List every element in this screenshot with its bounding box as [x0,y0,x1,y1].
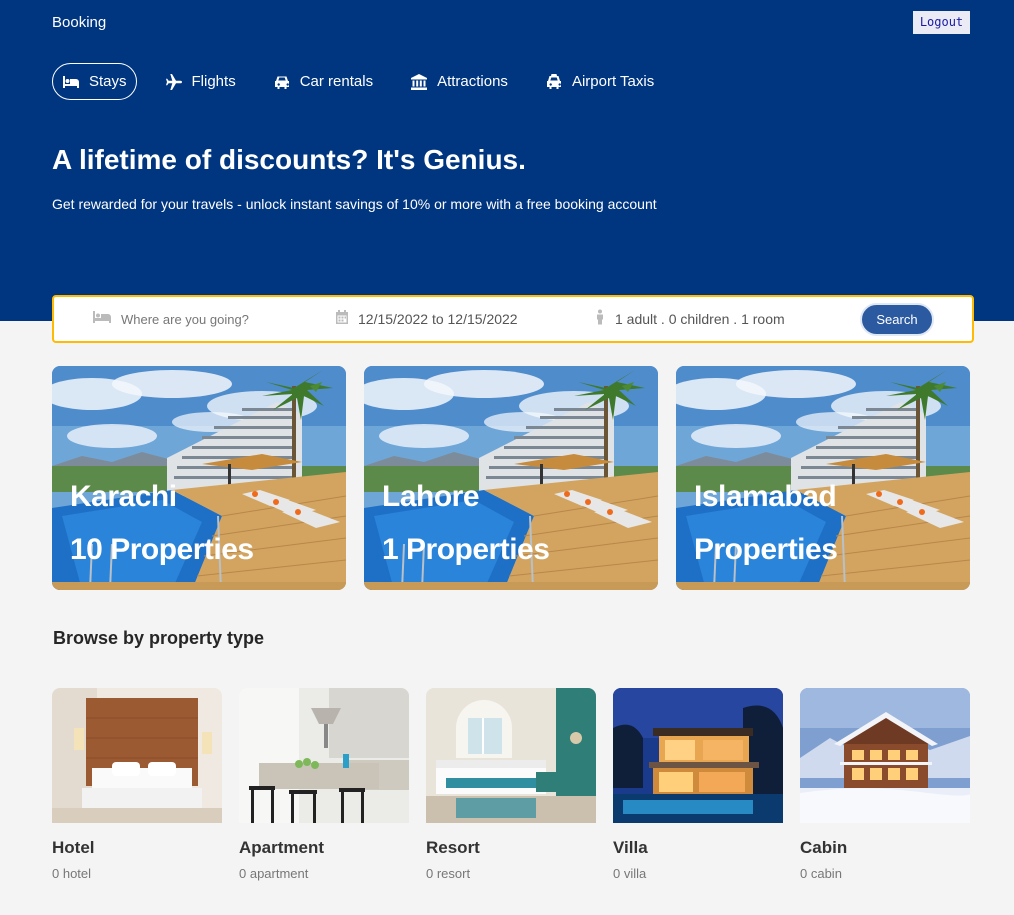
city-properties-count: 10 Properties [70,533,254,566]
nav-label: Car rentals [299,73,374,90]
city-properties-count: Properties [694,533,838,566]
header: Booking Logout Stays Flights Car rentals… [0,0,1014,321]
apartment-image [239,688,409,823]
car-icon [273,73,291,91]
property-type-name: Apartment [239,838,325,857]
property-type-cabin[interactable]: Cabin 0 cabin [800,688,970,881]
nav-label: Stays [89,73,127,90]
property-type-name: Cabin [800,838,848,857]
guests-field[interactable]: 1 adult . 0 children . 1 room [594,297,785,341]
property-type-section-title: Browse by property type [53,628,265,648]
nav-label: Flights [191,73,236,90]
property-type-apartment[interactable]: Apartment 0 apartment [239,688,409,881]
hero-title: A lifetime of discounts? It's Genius. [52,144,526,175]
property-type-villa[interactable]: Villa 0 villa [613,688,783,881]
bed-icon [62,73,80,91]
city-name: Islamabad [694,480,837,513]
taxi-icon [545,73,563,91]
nav-item-car-rentals[interactable]: Car rentals [263,63,383,100]
hero-subtitle: Get rewarded for your travels - unlock i… [52,196,657,212]
property-type-count: 0 cabin [800,866,842,881]
nav-label: Attractions [437,73,508,90]
landmark-icon [410,73,428,91]
property-type-count: 0 resort [426,866,471,881]
property-type-list: Hotel 0 hotel Apartment 0 apartment Reso… [52,688,970,888]
property-type-name: Villa [613,838,648,857]
date-range-text: 12/15/2022 to 12/15/2022 [358,311,518,327]
hotel-image [52,688,222,823]
bed-icon [92,309,112,330]
property-type-count: 0 hotel [52,866,92,881]
property-type-hotel[interactable]: Hotel 0 hotel [52,688,222,881]
featured-cities: Karachi 10 Properties Lahore 1 Propertie… [52,366,970,590]
property-type-name: Resort [426,838,480,857]
nav-bar: Stays Flights Car rentals Attractions Ai… [52,63,681,100]
villa-image [613,688,783,823]
nav-label: Airport Taxis [571,73,655,90]
city-properties-count: 1 Properties [382,533,550,566]
city-name: Lahore [382,480,480,513]
search-button[interactable]: Search [860,303,934,336]
city-card-lahore[interactable]: Lahore 1 Properties [364,366,658,590]
nav-item-flights[interactable]: Flights [155,63,246,100]
property-type-resort[interactable]: Resort 0 resort [426,688,596,881]
nav-item-attractions[interactable]: Attractions [400,63,518,100]
city-card-karachi[interactable]: Karachi 10 Properties [52,366,346,590]
city-card-islamabad[interactable]: Islamabad Properties [676,366,970,590]
date-field[interactable]: 12/15/2022 to 12/15/2022 [335,297,518,341]
guests-text: 1 adult . 0 children . 1 room [615,311,785,327]
plane-icon [165,73,183,91]
property-type-count: 0 apartment [239,866,309,881]
city-name: Karachi [70,480,177,513]
resort-image [426,688,596,823]
search-bar: 12/15/2022 to 12/15/2022 1 adult . 0 chi… [52,295,974,343]
destination-field[interactable] [92,297,301,341]
property-type-count: 0 villa [613,866,647,881]
nav-item-airport-taxis[interactable]: Airport Taxis [535,63,664,100]
nav-item-stays[interactable]: Stays [52,63,137,100]
logout-button[interactable]: Logout [913,11,970,34]
person-icon [594,309,606,330]
property-type-name: Hotel [52,838,95,857]
brand-logo[interactable]: Booking [52,14,106,31]
cabin-image [800,688,970,823]
destination-input[interactable] [121,311,301,327]
calendar-icon [335,309,349,330]
